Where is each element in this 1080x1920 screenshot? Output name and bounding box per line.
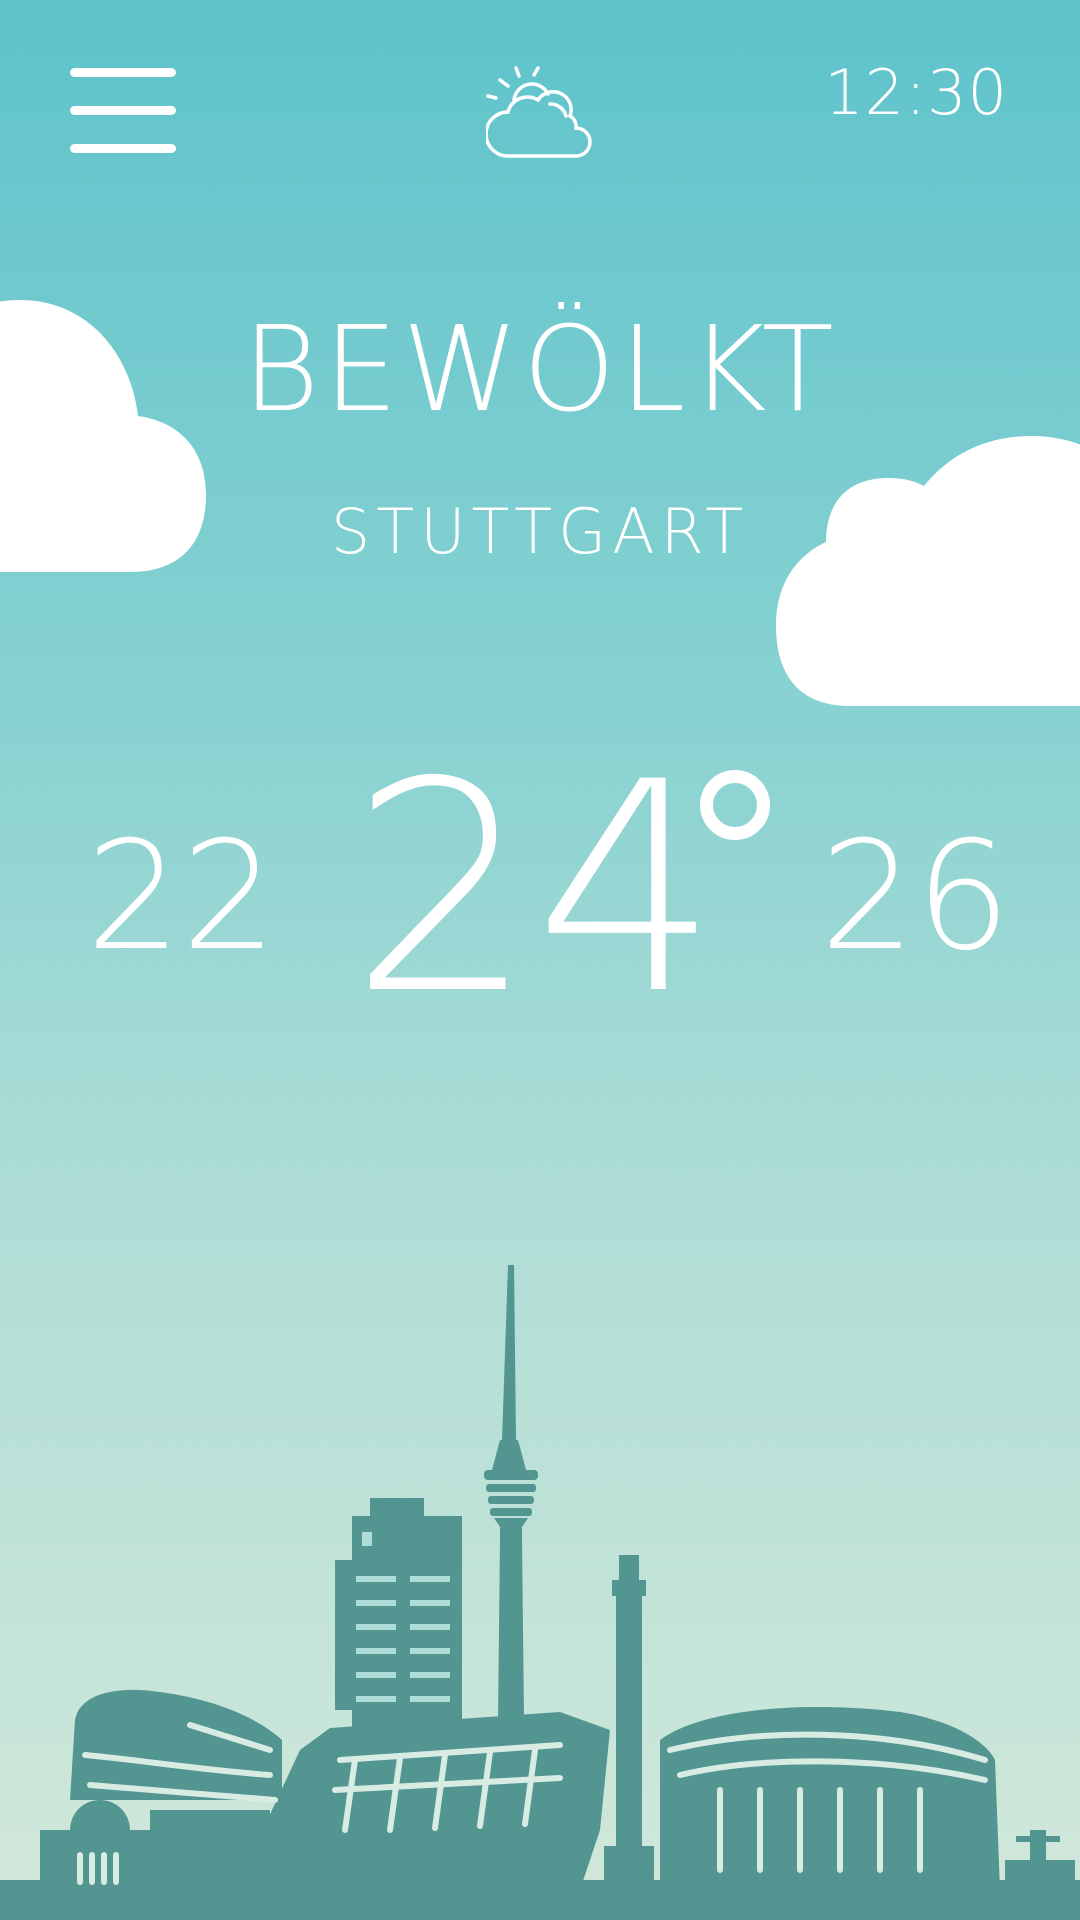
hamburger-menu-icon[interactable] — [70, 68, 176, 154]
menu-line — [70, 68, 176, 77]
partly-cloudy-icon — [486, 66, 592, 158]
cloud-right-illustration — [776, 436, 1080, 706]
temperature-high: 26 — [820, 810, 1011, 984]
degree-symbol — [700, 770, 770, 840]
city-name: STUTTGART — [330, 495, 750, 568]
menu-line — [70, 106, 176, 115]
menu-line — [70, 144, 176, 153]
stuttgart-skyline-illustration — [0, 1265, 1080, 1920]
temperature-current: 24 — [350, 721, 720, 1058]
clock-time: 12:30 — [824, 56, 1008, 129]
temperature-low: 22 — [86, 810, 277, 984]
weather-condition: BEWÖLKT — [242, 300, 838, 438]
